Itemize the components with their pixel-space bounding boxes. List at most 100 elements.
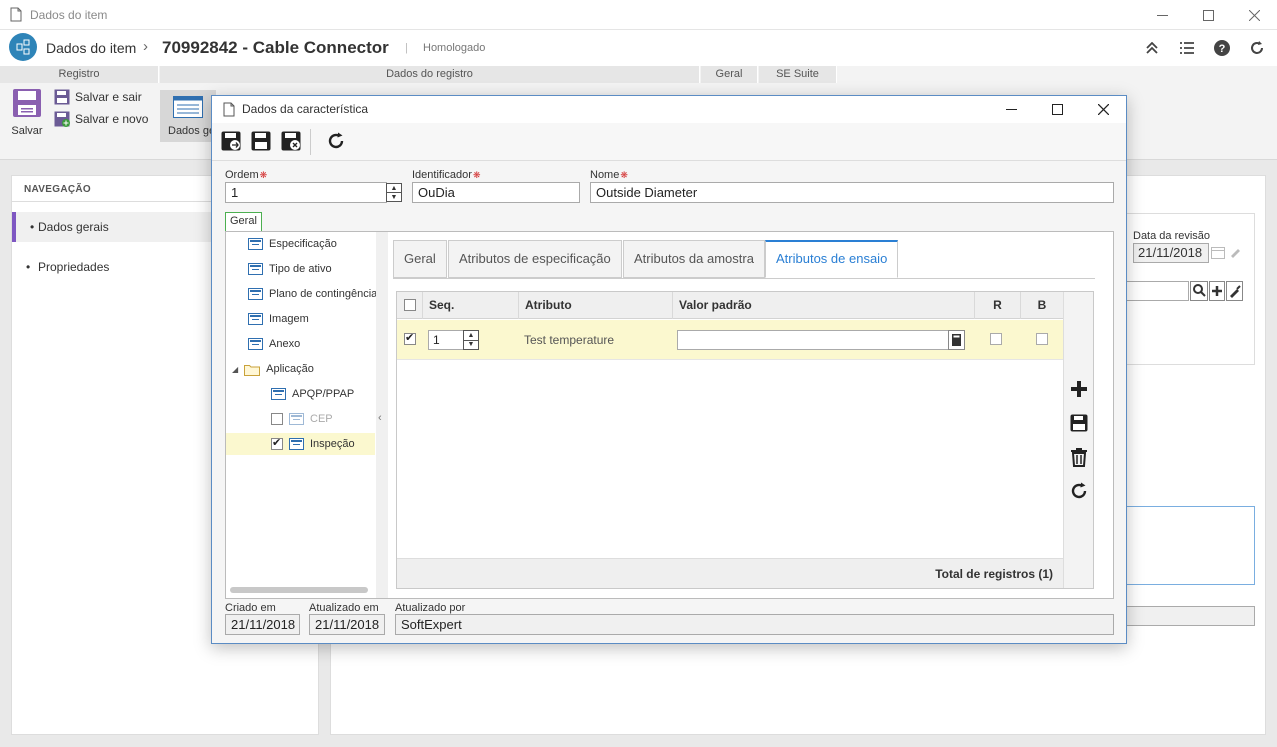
col-b[interactable]: B (1021, 292, 1063, 319)
b-checkbox[interactable] (1036, 333, 1048, 345)
ribbon-group-se-suite: SE Suite (759, 66, 837, 83)
atributo-cell: Test temperature (524, 333, 615, 347)
valor-padrao-input[interactable] (677, 330, 949, 350)
floppy-icon (1070, 414, 1088, 432)
clear-date-icon[interactable] (1228, 245, 1242, 262)
nome-label: Nome❋ (590, 169, 628, 181)
dialog-close-button[interactable] (1080, 94, 1126, 124)
lookup-field[interactable] (1126, 281, 1189, 301)
calendar-icon[interactable] (1211, 245, 1225, 262)
tab-atributos-ensaio[interactable]: Atributos de ensaio (765, 240, 899, 278)
list-button[interactable] (1177, 38, 1197, 58)
eraser-icon (1230, 285, 1241, 298)
tab-atributos-amostra[interactable]: Atributos da amostra (623, 240, 765, 278)
maximize-button[interactable] (1185, 0, 1231, 30)
form-icon (248, 313, 263, 325)
tree-splitter[interactable]: ‹ (376, 232, 388, 598)
col-atributo[interactable]: Atributo (519, 292, 673, 319)
collapse-button[interactable] (1142, 38, 1162, 58)
maximize-icon (1202, 9, 1214, 21)
form-icon (289, 438, 304, 450)
save-button[interactable] (249, 129, 273, 153)
delete-row-button[interactable] (1068, 446, 1090, 468)
tree-item-anexo[interactable]: Anexo (248, 333, 300, 355)
tree-checkbox[interactable] (271, 436, 283, 450)
readonly-field (1127, 606, 1255, 626)
refresh-button[interactable] (1247, 38, 1267, 58)
refresh-grid-button[interactable] (1068, 480, 1090, 502)
save-row-button[interactable] (1068, 412, 1090, 434)
dialog-toolbar (212, 123, 1126, 161)
description-area[interactable] (1127, 506, 1255, 585)
select-all-checkbox[interactable] (404, 299, 416, 311)
tree-checkbox[interactable] (271, 413, 283, 425)
chevron-down-icon[interactable]: ▼ (464, 339, 478, 350)
save-button[interactable]: Salvar (8, 88, 46, 137)
tree-item-inspecao[interactable]: Inspeção (226, 433, 375, 455)
close-button[interactable] (1231, 0, 1277, 30)
tree-item-apqp[interactable]: APQP/PPAP (271, 383, 354, 405)
tree-item-especificacao[interactable]: Especificação (248, 233, 337, 255)
dados-gerais-ribbon-button[interactable]: Dados ge (160, 90, 216, 142)
help-button[interactable]: ? (1212, 38, 1232, 58)
chevron-up-icon[interactable]: ▲ (464, 331, 478, 340)
search-button[interactable] (1190, 281, 1208, 301)
dialog-minimize-button[interactable] (988, 94, 1034, 124)
tree-item-aplicacao[interactable]: ◢ Aplicação (232, 358, 314, 380)
add-button[interactable] (1209, 281, 1225, 301)
save-label: Salvar (11, 125, 43, 137)
ordem-input[interactable]: 1 (225, 182, 387, 203)
dialog-maximize-button[interactable] (1034, 94, 1080, 124)
col-r[interactable]: R (975, 292, 1021, 319)
r-checkbox[interactable] (990, 333, 1002, 345)
identificador-label: Identificador❋ (412, 169, 481, 181)
tree-scrollbar[interactable] (230, 587, 368, 593)
tab-atributos-especificacao[interactable]: Atributos de especificação (448, 240, 622, 278)
required-icon: ❋ (259, 170, 268, 180)
minimize-button[interactable] (1139, 0, 1185, 30)
refresh-button[interactable] (324, 129, 348, 153)
save-exit-icon (221, 131, 241, 151)
identificador-input[interactable]: OuDia (412, 182, 580, 203)
help-icon: ? (1214, 40, 1230, 56)
breadcrumb-root[interactable]: Dados do item (46, 40, 136, 56)
seq-stepper[interactable]: ▲ ▼ (463, 330, 479, 350)
valor-padrao-picker-button[interactable] (948, 330, 965, 350)
tree-item-plano-contingencia[interactable]: Plano de contingência (248, 283, 377, 305)
tab-sub-geral[interactable]: Geral (393, 240, 447, 278)
tree-item-imagem[interactable]: Imagem (248, 308, 309, 330)
page-title: 70992842 - Cable Connector (162, 38, 389, 57)
col-seq[interactable]: Seq. (423, 292, 519, 319)
floppy-icon (251, 131, 271, 151)
col-valor-padrao[interactable]: Valor padrão (673, 292, 975, 319)
table-row[interactable]: 1 ▲▼ Test temperature (397, 320, 1063, 360)
criado-label: Criado em (225, 602, 276, 614)
revision-date-field[interactable]: 21/11/2018 (1133, 243, 1209, 263)
collapse-left-icon[interactable]: ‹ (378, 412, 382, 424)
save-close-button[interactable] (279, 129, 303, 153)
clear-button[interactable] (1226, 281, 1243, 301)
nav-item-label: Propriedades (38, 260, 110, 274)
tree-item-tipo-ativo[interactable]: Tipo de ativo (248, 258, 332, 280)
save-exit-button[interactable] (219, 129, 243, 153)
window-title: Dados do item (30, 8, 108, 22)
chevron-up-icon[interactable]: ▲ (387, 184, 401, 192)
add-row-button[interactable] (1068, 378, 1090, 400)
folder-icon (244, 364, 261, 376)
row-checkbox[interactable] (404, 331, 416, 345)
ordem-stepper[interactable]: ▲ ▼ (386, 183, 402, 202)
select-all-cell (397, 292, 423, 319)
save-exit-button[interactable]: Salvar e sair (54, 89, 142, 105)
tree-item-cep[interactable]: CEP (271, 408, 333, 430)
nome-input[interactable]: Outside Diameter (590, 182, 1114, 203)
seq-input[interactable]: 1 (428, 330, 464, 350)
chevron-down-icon[interactable]: ▼ (387, 192, 401, 201)
save-cancel-icon (281, 131, 301, 151)
save-new-button[interactable]: Salvar e novo (54, 111, 148, 127)
ordem-label: Ordem❋ (225, 169, 268, 181)
document-icon (10, 7, 22, 22)
hierarchy-icon (16, 39, 30, 55)
list-icon (1180, 42, 1194, 54)
tab-geral[interactable]: Geral (225, 212, 262, 231)
expand-icon[interactable]: ◢ (232, 365, 238, 374)
